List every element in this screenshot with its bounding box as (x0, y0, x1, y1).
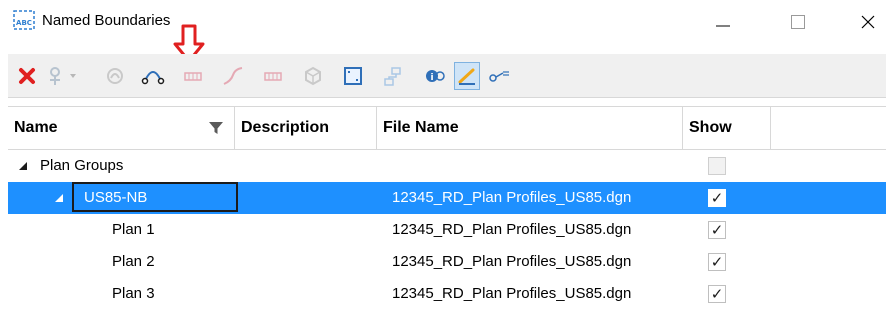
filter-icon[interactable] (208, 120, 224, 136)
grid-icon (184, 72, 202, 81)
tree-row-selected[interactable]: US85-NB 12345_RD_Plan Profiles_US85.dgn … (8, 182, 886, 214)
column-header-name[interactable]: Name (8, 107, 235, 149)
dropdown-arrow-icon (70, 74, 76, 78)
info-button[interactable]: i (422, 62, 448, 90)
column-header-empty (771, 107, 886, 149)
column-header-show[interactable]: Show (683, 107, 771, 149)
tree-row[interactable]: Plan 3 12345_RD_Plan Profiles_US85.dgn ✓ (8, 278, 886, 310)
column-header-show-label: Show (689, 119, 732, 136)
close-button[interactable] (845, 6, 891, 38)
row-name: US85-NB (84, 189, 148, 206)
hierarchy-button[interactable] (380, 62, 406, 90)
column-header-file-name[interactable]: File Name (377, 107, 683, 149)
column-header-description[interactable]: Description (235, 107, 377, 149)
checkmark-icon: ✓ (710, 221, 724, 239)
fit-view-icon (344, 67, 362, 85)
row-name: Plan 1 (112, 221, 155, 238)
svg-text:ABC: ABC (16, 19, 32, 27)
named-boundaries-icon: ABC (13, 10, 35, 30)
show-checkbox[interactable]: ✓ (708, 221, 726, 239)
collapse-triangle-icon[interactable] (54, 193, 64, 203)
3d-model-button[interactable] (300, 62, 326, 90)
row-name: Plan Groups (40, 157, 124, 174)
delete-icon (19, 68, 35, 84)
boundaries-tree-grid: Name Description File Name Show Plan Gro… (8, 106, 886, 316)
key-settings-button[interactable] (486, 62, 512, 90)
toolbar: i (8, 54, 886, 98)
column-header-file-name-label: File Name (383, 119, 459, 136)
grid-icon (264, 72, 282, 81)
profile-button[interactable] (220, 62, 246, 90)
close-icon (861, 15, 875, 29)
svg-text:i: i (430, 73, 433, 83)
grid-header: Name Description File Name Show (8, 106, 886, 150)
row-file-name: 12345_RD_Plan Profiles_US85.dgn (392, 189, 632, 206)
maximize-icon (791, 15, 805, 29)
row-file-name: 12345_RD_Plan Profiles_US85.dgn (392, 221, 632, 238)
minimize-button[interactable] (700, 6, 746, 38)
grid-button[interactable] (180, 62, 206, 90)
info-icon: i (426, 70, 445, 83)
3d-model-icon (305, 66, 321, 86)
column-header-name-label: Name (14, 119, 58, 136)
minimize-icon (716, 25, 730, 27)
fit-view-button[interactable] (340, 62, 366, 90)
select-dropdown-button[interactable] (66, 62, 80, 90)
profile-icon (223, 67, 243, 85)
checkmark-icon: ✓ (710, 189, 724, 207)
show-checkbox[interactable]: ✓ (708, 253, 726, 271)
row-name: Plan 2 (112, 253, 155, 270)
checkmark-icon: ✓ (710, 285, 724, 303)
delete-button[interactable] (14, 62, 40, 90)
civil-model-icon (107, 68, 123, 84)
row-file-name: 12345_RD_Plan Profiles_US85.dgn (392, 253, 632, 270)
collapse-triangle-icon[interactable] (18, 161, 28, 171)
row-file-name: 12345_RD_Plan Profiles_US85.dgn (392, 285, 632, 302)
draw-icon (458, 68, 475, 85)
tree-row[interactable]: Plan 2 12345_RD_Plan Profiles_US85.dgn ✓ (8, 246, 886, 278)
select-boundary-icon (50, 67, 60, 85)
hierarchy-icon (384, 67, 401, 86)
show-checkbox[interactable] (708, 157, 726, 175)
tree-row[interactable]: Plan Groups (8, 150, 886, 182)
group-boundaries-button[interactable] (140, 62, 166, 90)
tree-row[interactable]: Plan 1 12345_RD_Plan Profiles_US85.dgn ✓ (8, 214, 886, 246)
column-header-description-label: Description (241, 119, 330, 136)
group-boundaries-icon (141, 71, 165, 85)
civil-model-button[interactable] (102, 62, 128, 90)
row-name: Plan 3 (112, 285, 155, 302)
window-title: Named Boundaries (42, 12, 171, 29)
draw-button[interactable] (454, 62, 480, 90)
show-checkbox[interactable]: ✓ (708, 189, 726, 207)
maximize-button[interactable] (775, 6, 821, 38)
show-checkbox[interactable]: ✓ (708, 285, 726, 303)
grid-button-2[interactable] (260, 62, 286, 90)
key-settings-icon (489, 71, 509, 82)
checkmark-icon: ✓ (710, 253, 724, 271)
title-bar: ABC Named Boundaries (0, 0, 894, 46)
